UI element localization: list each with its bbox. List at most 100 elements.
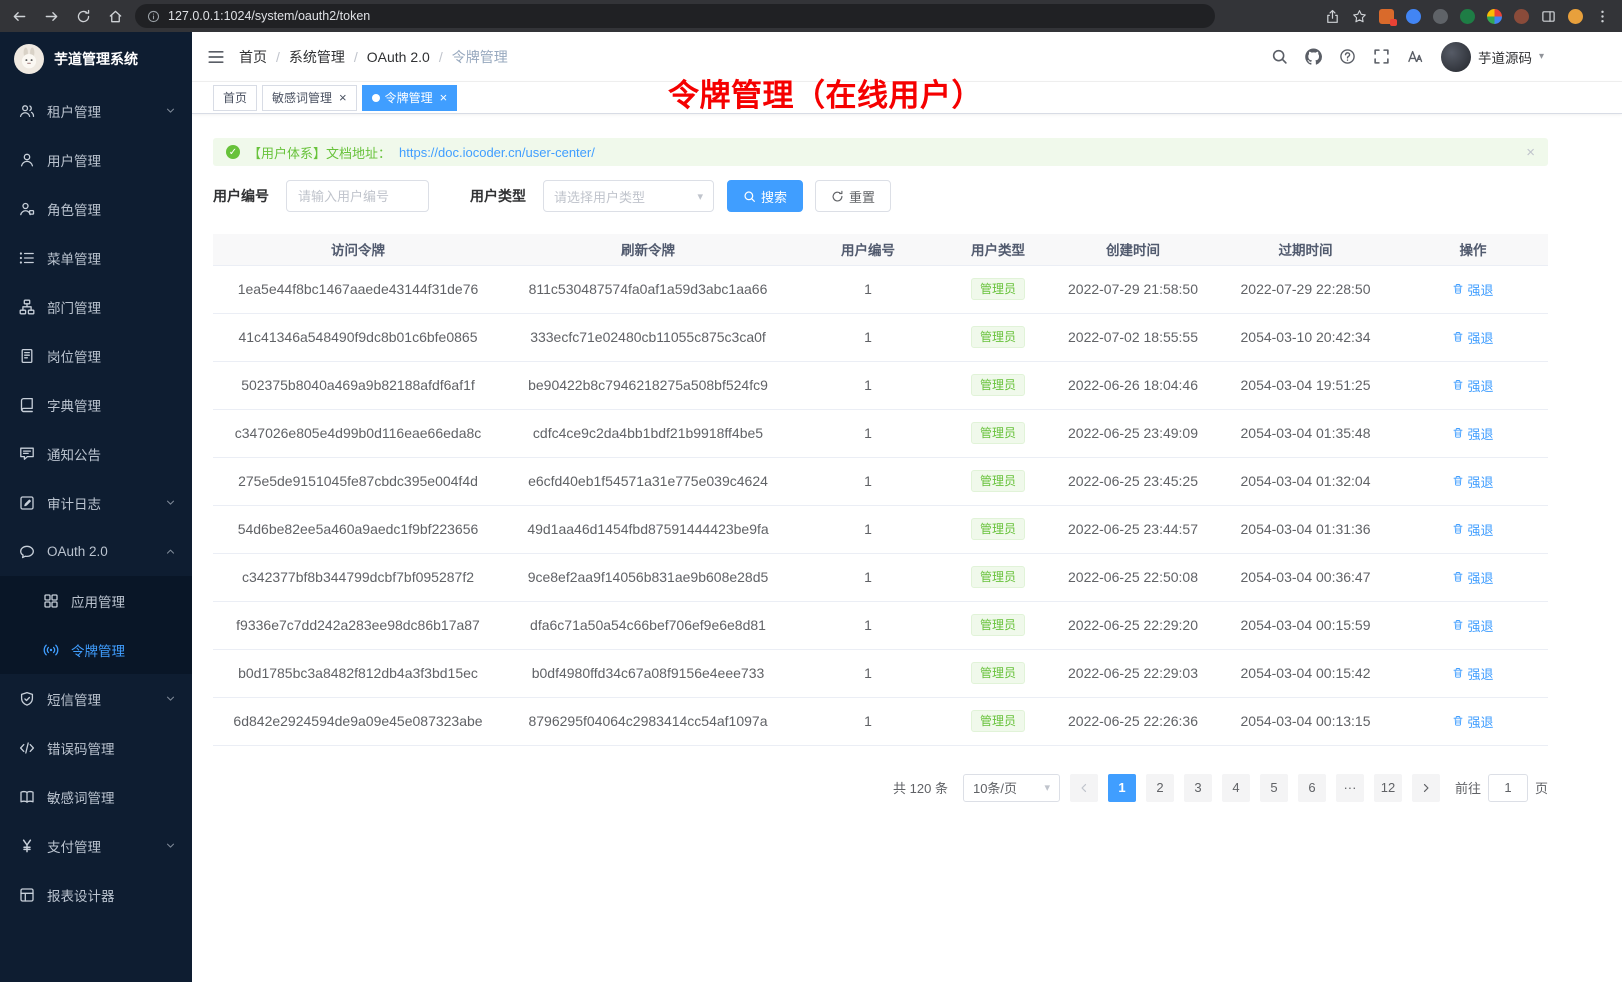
share-icon[interactable] [1325, 9, 1340, 24]
force-logout-button[interactable]: 强退 [1452, 664, 1493, 683]
sidebar-item-error-code[interactable]: 错误码管理 [0, 723, 192, 772]
sidebar-item-sms[interactable]: 短信管理 [0, 674, 192, 723]
help-icon[interactable] [1339, 48, 1356, 65]
pagination-page-1[interactable]: 1 [1108, 774, 1136, 802]
split-view-icon[interactable] [1541, 9, 1556, 24]
doc-link[interactable]: https://doc.iocoder.cn/user-center/ [399, 145, 595, 160]
sidebar-item-label: 报表设计器 [47, 885, 115, 905]
table-row: 54d6be82ee5a460a9aedc1f9bf22365649d1aa46… [213, 505, 1548, 553]
forward-icon[interactable] [44, 9, 59, 24]
sidebar-item-role[interactable]: 角色管理 [0, 184, 192, 233]
extension-blue-icon[interactable] [1406, 9, 1421, 24]
sidebar-item-dept[interactable]: 部门管理 [0, 282, 192, 331]
force-logout-label: 强退 [1467, 712, 1493, 731]
page-size-select[interactable]: 10条/页 ▾ [963, 774, 1060, 802]
extension-green-icon[interactable] [1460, 9, 1475, 24]
extension-dark-icon[interactable] [1433, 9, 1448, 24]
pagination-goto: 前往 页 [1455, 774, 1548, 802]
sidebar-item-user[interactable]: 用户管理 [0, 135, 192, 184]
force-logout-button[interactable]: 强退 [1452, 280, 1493, 299]
sidebar-item-pay[interactable]: 支付管理 [0, 821, 192, 870]
reload-icon[interactable] [76, 9, 91, 24]
address-bar[interactable]: 127.0.0.1:1024/system/oauth2/token [135, 4, 1215, 28]
sidebar-item-menu[interactable]: 菜单管理 [0, 233, 192, 282]
sidebar-item-post[interactable]: 岗位管理 [0, 331, 192, 380]
alert-text: 【用户体系】文档地址： [248, 143, 391, 162]
force-logout-button[interactable]: 强退 [1452, 376, 1493, 395]
sidebar-item-audit-log[interactable]: 审计日志 [0, 478, 192, 527]
font-size-icon[interactable] [1407, 48, 1424, 65]
github-icon[interactable] [1305, 48, 1322, 65]
force-logout-button[interactable]: 强退 [1452, 328, 1493, 347]
user-type-select[interactable]: 请选择用户类型 ▾ [543, 180, 714, 212]
breadcrumb-item[interactable]: 系统管理 [289, 47, 345, 67]
browser-menu-icon[interactable] [1595, 9, 1610, 24]
sidebar-item-oauth2[interactable]: OAuth 2.0 [0, 527, 192, 576]
pagination-more-button[interactable]: ··· [1336, 774, 1364, 802]
sidebar-item-tenant[interactable]: 租户管理 [0, 86, 192, 135]
extension-grid-icon[interactable] [1379, 9, 1394, 24]
home-icon[interactable] [108, 9, 123, 24]
tab-home[interactable]: 首页 [213, 85, 257, 111]
fullscreen-icon[interactable] [1373, 48, 1390, 65]
alert-close-icon[interactable]: × [1526, 145, 1535, 160]
create-time-cell: 2022-06-25 22:50:08 [1053, 553, 1213, 601]
sidebar-item-notice[interactable]: 通知公告 [0, 429, 192, 478]
tab-close-icon[interactable]: × [339, 91, 347, 104]
tab-close-icon[interactable]: × [440, 91, 448, 104]
refresh-icon [831, 190, 844, 203]
force-logout-button[interactable]: 强退 [1452, 568, 1493, 587]
pagination-page-5[interactable]: 5 [1260, 774, 1288, 802]
sidebar-item-oauth2-app[interactable]: 应用管理 [0, 576, 192, 625]
extension-red-icon[interactable] [1514, 9, 1529, 24]
sidebar-collapse-icon[interactable] [207, 48, 225, 66]
extension-multicolor-icon[interactable] [1487, 9, 1502, 24]
sidebar-item-label: 审计日志 [47, 493, 101, 513]
force-logout-button[interactable]: 强退 [1452, 712, 1493, 731]
access-token-cell: f9336e7c7dd242a283ee98dc86b17a87 [213, 601, 503, 649]
tab-token[interactable]: 令牌管理× [362, 85, 458, 111]
back-icon[interactable] [12, 9, 27, 24]
breadcrumb-item[interactable]: OAuth 2.0 [367, 49, 430, 65]
pagination-page-2[interactable]: 2 [1146, 774, 1174, 802]
profile-avatar[interactable] [1568, 9, 1583, 24]
pagination-prev-button[interactable] [1070, 774, 1098, 802]
sidebar-item-report-designer[interactable]: 报表设计器 [0, 870, 192, 919]
refresh-token-cell: b0df4980ffd34c67a08f9156e4eee733 [503, 649, 793, 697]
reset-button[interactable]: 重置 [815, 180, 891, 212]
user-menu[interactable]: 芋道源码 ▾ [1441, 42, 1544, 72]
site-info-icon[interactable] [147, 10, 160, 23]
access-token-cell: 275e5de9151045fe87cbdc395e004f4d [213, 457, 503, 505]
sidebar-item-oauth2-token[interactable]: 令牌管理 [0, 625, 192, 674]
expire-time-cell: 2022-07-29 22:28:50 [1213, 265, 1398, 313]
pagination-page-6[interactable]: 6 [1298, 774, 1326, 802]
force-logout-button[interactable]: 强退 [1452, 472, 1493, 491]
goto-page-input[interactable] [1488, 774, 1528, 802]
refresh-token-cell: cdfc4ce9c2da4bb1bdf21b9918ff4be5 [503, 409, 793, 457]
sidebar-item-label: 应用管理 [71, 591, 125, 611]
force-logout-button[interactable]: 强退 [1452, 424, 1493, 443]
book-icon [19, 397, 35, 413]
user-id-input[interactable] [286, 180, 429, 212]
user-type-badge: 管理员 [971, 374, 1025, 396]
search-button[interactable]: 搜索 [727, 180, 803, 212]
pagination-next-button[interactable] [1412, 774, 1440, 802]
list-icon [19, 250, 35, 266]
sidebar-item-sensitive-word[interactable]: 敏感词管理 [0, 772, 192, 821]
force-logout-button[interactable]: 强退 [1452, 616, 1493, 635]
search-icon[interactable] [1271, 48, 1288, 65]
app-logo[interactable]: 芋道管理系统 [0, 32, 192, 86]
column-header: 操作 [1398, 234, 1548, 265]
pagination-page-12[interactable]: 12 [1374, 774, 1402, 802]
table-row: c342377bf8b344799dcbf7bf095287f29ce8ef2a… [213, 553, 1548, 601]
breadcrumb-item[interactable]: 首页 [239, 47, 267, 67]
sidebar-item-dict[interactable]: 字典管理 [0, 380, 192, 429]
action-cell: 强退 [1398, 361, 1548, 409]
bookmark-star-icon[interactable] [1352, 9, 1367, 24]
tab-sensitive-word[interactable]: 敏感词管理× [262, 85, 357, 111]
sidebar-item-label: 敏感词管理 [47, 787, 115, 807]
column-header: 创建时间 [1053, 234, 1213, 265]
force-logout-button[interactable]: 强退 [1452, 520, 1493, 539]
pagination-page-4[interactable]: 4 [1222, 774, 1250, 802]
pagination-page-3[interactable]: 3 [1184, 774, 1212, 802]
